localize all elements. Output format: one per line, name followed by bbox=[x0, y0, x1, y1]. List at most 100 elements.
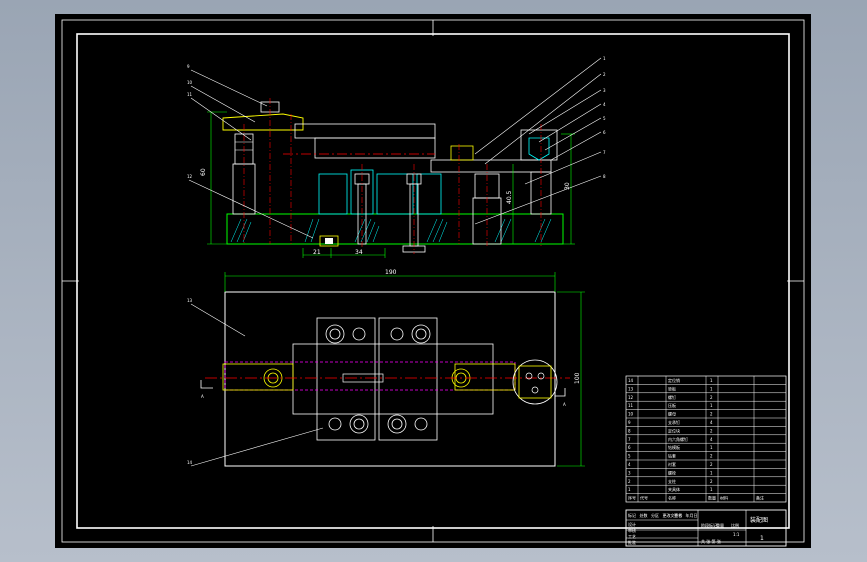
part-qty: 4 bbox=[710, 437, 713, 442]
part-name: 压板 bbox=[668, 402, 676, 408]
part-qty: 1 bbox=[710, 403, 713, 408]
part-name: 垫板 bbox=[668, 385, 676, 391]
title-label: 年月日 bbox=[686, 512, 698, 518]
stage-label: 重量 bbox=[716, 522, 724, 528]
part-name: 衬套 bbox=[668, 461, 676, 467]
table-header: 名称 bbox=[668, 495, 676, 501]
part-name: 螺钉 bbox=[668, 394, 676, 400]
part-number: 2 bbox=[628, 479, 631, 484]
part-qty: 2 bbox=[710, 462, 713, 467]
table-header: 数量 bbox=[708, 495, 716, 501]
role-label: 工艺 bbox=[628, 534, 636, 539]
drawing-name: 装配图 bbox=[750, 516, 768, 524]
cad-viewport: 60 30 40.5 21 34 190 100 A A 1 2 3 4 5 6… bbox=[0, 0, 867, 562]
part-number: 1 bbox=[628, 487, 631, 492]
front-dimensions bbox=[207, 111, 575, 258]
title-label: 分区 bbox=[651, 512, 659, 518]
leader-number: 14 bbox=[187, 460, 193, 465]
inner-frame bbox=[76, 33, 790, 529]
part-name: 螺栓 bbox=[668, 469, 676, 475]
part-number: 11 bbox=[628, 403, 634, 408]
dim-front-height: 60 bbox=[200, 168, 207, 176]
title-label: 处数 bbox=[640, 512, 648, 518]
title-label: 签名 bbox=[674, 512, 682, 518]
section-mark-right: A bbox=[563, 402, 566, 407]
leader-number: 1 bbox=[603, 56, 606, 61]
part-name: 定位销 bbox=[668, 377, 680, 383]
sheet-share: 共 张 第 张 bbox=[701, 538, 721, 544]
leader-number: 11 bbox=[187, 92, 193, 97]
table-header: 备注 bbox=[756, 495, 764, 501]
dim-plan-width: 190 bbox=[385, 269, 397, 276]
sheet-number: 1 bbox=[760, 535, 764, 542]
part-number: 4 bbox=[628, 462, 631, 467]
title-label: 标记 bbox=[628, 512, 636, 518]
part-qty: 2 bbox=[710, 479, 713, 484]
part-qty: 1 bbox=[710, 378, 713, 383]
stage-label: 比例 bbox=[731, 522, 739, 528]
leader-number: 10 bbox=[187, 80, 193, 85]
part-qty: 2 bbox=[710, 412, 713, 417]
scale-value: 1:1 bbox=[733, 532, 740, 537]
role-label: 批准 bbox=[628, 539, 636, 545]
part-name: 支承钉 bbox=[668, 419, 680, 425]
part-qty: 4 bbox=[710, 420, 713, 425]
part-qty: 1 bbox=[710, 470, 713, 475]
drawing-canvas[interactable]: 60 30 40.5 21 34 190 100 A A 1 2 3 4 5 6… bbox=[55, 14, 811, 548]
part-number: 10 bbox=[628, 412, 634, 417]
drawing-svg: 60 30 40.5 21 34 190 100 A A 12345678910… bbox=[61, 19, 805, 547]
dim-plan-height: 100 bbox=[574, 372, 581, 384]
part-name: 支柱 bbox=[668, 478, 676, 484]
leader-number: 8 bbox=[603, 174, 606, 179]
table-header: 代号 bbox=[640, 495, 648, 501]
part-number: 7 bbox=[628, 437, 631, 442]
part-number: 6 bbox=[628, 445, 631, 450]
part-qty: 2 bbox=[710, 454, 713, 459]
leader-number: 4 bbox=[603, 102, 606, 107]
part-number: 8 bbox=[628, 428, 631, 433]
part-qty: 2 bbox=[710, 395, 713, 400]
part-number: 13 bbox=[628, 386, 634, 391]
leader-lines bbox=[188, 57, 602, 239]
section-mark-left: A bbox=[201, 394, 204, 399]
hatch bbox=[230, 218, 552, 243]
part-name: 螺母 bbox=[668, 411, 676, 417]
part-number: 5 bbox=[628, 454, 631, 459]
outer-frame bbox=[61, 19, 805, 543]
table-header: 材料 bbox=[720, 495, 728, 501]
leader-number: 2 bbox=[603, 72, 606, 77]
centering-marks bbox=[62, 20, 804, 542]
table-header: 序号 bbox=[628, 495, 636, 501]
part-number: 12 bbox=[628, 395, 634, 400]
front-section-view: 60 30 40.5 21 34 bbox=[188, 57, 602, 258]
leader-number: 3 bbox=[603, 88, 606, 93]
leader-number: 6 bbox=[603, 130, 606, 135]
role-label: 审核 bbox=[628, 527, 636, 533]
title-block: 14 定位销 113 垫板 112 螺钉 211 压板 110 螺母 29 支承钉 48 定位块 27 内六角… bbox=[625, 375, 787, 547]
part-name: 夹具体 bbox=[668, 486, 680, 492]
part-name: 钻模板 bbox=[668, 444, 680, 450]
dim-mid-height: 40.5 bbox=[506, 190, 513, 204]
part-number: 9 bbox=[628, 420, 631, 425]
leader-number: 12 bbox=[187, 174, 193, 179]
leader-number: 7 bbox=[603, 150, 606, 155]
part-number: 14 bbox=[628, 378, 634, 383]
leader-number: 13 bbox=[187, 298, 193, 303]
leader-labels: 1234567891011121314 bbox=[187, 56, 606, 465]
plan-view: 190 100 A A bbox=[190, 269, 585, 467]
part-qty: 1 bbox=[710, 445, 713, 450]
leader-number: 5 bbox=[603, 116, 606, 121]
part-name: 钻套 bbox=[668, 453, 676, 459]
dim-bottom-left: 21 bbox=[313, 249, 321, 256]
part-name: 定位块 bbox=[668, 427, 680, 433]
part-qty: 1 bbox=[710, 386, 713, 391]
part-qty: 1 bbox=[710, 487, 713, 492]
role-label: 设计 bbox=[628, 521, 636, 527]
stage-label: 阶段标记 bbox=[701, 522, 717, 528]
part-name: 内六角螺钉 bbox=[668, 436, 688, 442]
dim-bottom-mid: 34 bbox=[355, 249, 363, 256]
base-plate bbox=[226, 213, 564, 245]
part-qty: 2 bbox=[710, 428, 713, 433]
part-number: 3 bbox=[628, 470, 631, 475]
leader-number: 9 bbox=[187, 64, 190, 69]
